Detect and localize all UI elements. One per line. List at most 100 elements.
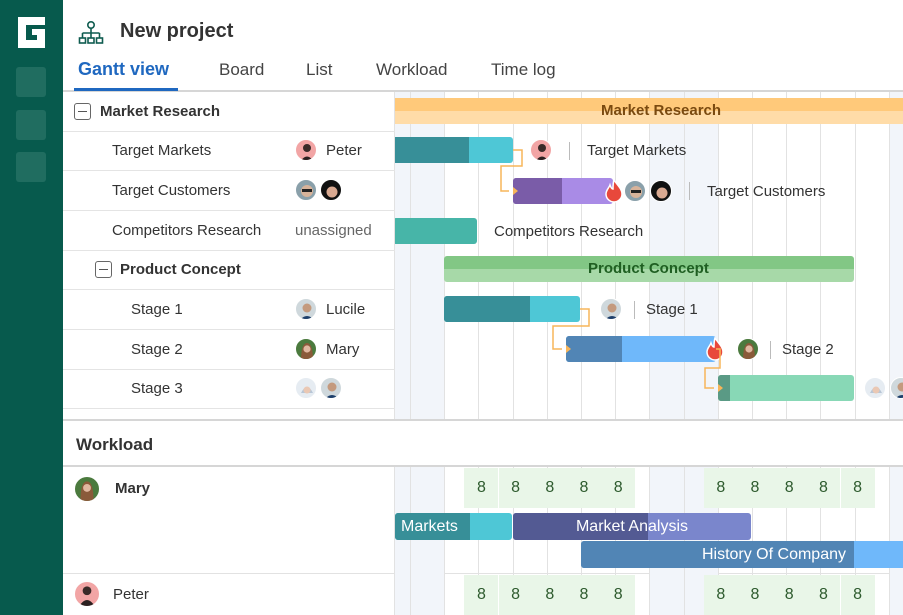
workload-title: Workload — [76, 435, 154, 454]
task-name: Target Customers — [112, 182, 231, 199]
progress-fill — [444, 296, 530, 322]
task-bar-stage-1[interactable] — [444, 296, 580, 322]
task-row-target-markets[interactable]: Target Markets Peter — [63, 131, 395, 171]
task-row-stage-1[interactable]: Stage 1 Lucile — [63, 290, 395, 330]
summary-bar-product-concept[interactable]: Product Concept — [444, 256, 854, 282]
avatar-mary — [74, 476, 100, 502]
task-bar-target-markets[interactable] — [395, 137, 513, 163]
task-row-market-research[interactable]: Market Research — [63, 92, 395, 132]
workload-bar-markets[interactable]: Markets — [395, 513, 512, 540]
workload-bar-label: Market Analysis — [575, 518, 689, 535]
task-row-stage-3[interactable]: Stage 3 — [63, 369, 395, 409]
task-bar-competitors-research[interactable] — [395, 218, 477, 244]
avatar-peter — [295, 139, 317, 161]
workload-hours-cell: 8 — [601, 575, 636, 615]
task-bar-stage-3[interactable] — [718, 375, 854, 401]
workload-timeline: 8888888888 8888888888 Markets Market Ana… — [395, 467, 903, 615]
task-bar-target-customers[interactable] — [513, 178, 613, 204]
summary-bar-market-research[interactable]: Market Research — [395, 98, 903, 124]
task-name: Stage 1 — [131, 301, 183, 318]
assignee-name: Mary — [326, 341, 360, 358]
workload-hours-cell: 8 — [772, 575, 807, 615]
task-row-stage-2[interactable]: Stage 2 Mary — [63, 330, 395, 370]
workload-bar-label: History Of Company — [701, 546, 846, 563]
progress-fill — [566, 336, 622, 362]
task-bar-stage-2[interactable] — [566, 336, 716, 362]
weekend-column — [888, 92, 903, 419]
workload-hours-cell: 8 — [498, 575, 533, 615]
workload-hours-cell: 8 — [703, 468, 738, 508]
person-name-peter: Peter — [113, 586, 149, 603]
grid-line — [444, 467, 446, 615]
progress-fill — [395, 137, 469, 163]
avatar-woman-light — [864, 377, 886, 399]
avatar-mary — [737, 338, 759, 360]
task-row-competitors-research[interactable]: Competitors Research unassigned — [63, 211, 395, 251]
sidebar-nav-item-2[interactable] — [16, 110, 46, 140]
workload-bar-label: Markets — [401, 518, 458, 535]
assignee-name: Lucile — [326, 301, 366, 318]
workload-bar-market-analysis[interactable]: Market Analysis — [513, 513, 751, 540]
tab-gantt-view[interactable]: Gantt view — [78, 59, 169, 80]
workload-hours-cell: 8 — [772, 468, 807, 508]
tab-board[interactable]: Board — [219, 60, 264, 80]
workload-hours-cell: 8 — [806, 575, 841, 615]
avatar-woman-light — [295, 377, 317, 399]
grid-line — [410, 467, 411, 615]
grid-line — [854, 92, 856, 419]
tab-workload[interactable]: Workload — [376, 60, 448, 80]
workload-hours-cell: 8 — [601, 468, 636, 508]
label-separator — [770, 341, 771, 359]
project-header: New project Gantt view Board List Worklo… — [63, 0, 903, 92]
task-name: Stage 2 — [131, 341, 183, 358]
task-name: Target Markets — [112, 142, 212, 159]
project-title: New project — [120, 20, 234, 42]
workload-bar-history-of-company[interactable]: History Of Company — [581, 541, 903, 568]
task-name: Stage 3 — [131, 380, 183, 397]
app-sidebar — [0, 0, 63, 615]
workload-people: Mary Peter — [63, 467, 395, 615]
tab-list[interactable]: List — [306, 60, 332, 80]
assignee-name: Peter — [326, 142, 362, 159]
workload-hours-cell: 8 — [703, 575, 738, 615]
workload-hours-cell: 8 — [738, 575, 772, 615]
bar-label: Target Markets — [587, 142, 687, 159]
bar-label: Target Customers — [707, 183, 826, 200]
workload-hours-cell: 8 — [840, 575, 875, 615]
workload-hours-cell: 8 — [532, 575, 567, 615]
workload-hours-cell: 8 — [464, 468, 499, 508]
bar-label: Stage 2 — [782, 341, 834, 358]
person-name-mary: Mary — [115, 480, 151, 497]
section-divider — [63, 419, 903, 421]
collapse-toggle-icon[interactable] — [95, 261, 112, 278]
workload-hours-cell: 8 — [498, 468, 533, 508]
summary-label: Market Research — [601, 102, 722, 119]
app-logo-icon[interactable] — [16, 15, 47, 50]
grid-line — [888, 92, 890, 419]
collapse-toggle-icon[interactable] — [74, 103, 91, 120]
avatar-man-sunglasses — [295, 179, 317, 201]
overdue-flame-icon — [706, 337, 724, 361]
task-row-target-customers[interactable]: Target Customers — [63, 171, 395, 211]
assignee-unassigned: unassigned — [295, 222, 372, 239]
bar-label: Stage 1 — [646, 301, 698, 318]
task-row-product-concept[interactable]: Product Concept — [63, 250, 395, 290]
label-separator — [634, 301, 635, 319]
sidebar-nav-item-3[interactable] — [16, 152, 46, 182]
weekend-column — [410, 467, 445, 615]
avatar-lucile — [295, 298, 317, 320]
task-name: Product Concept — [120, 261, 241, 278]
tab-time-log[interactable]: Time log — [491, 60, 556, 80]
task-name: Competitors Research — [112, 222, 262, 239]
workload-hours-cell: 8 — [806, 468, 841, 508]
avatar-man-dark — [320, 179, 342, 201]
progress-fill — [513, 178, 562, 204]
workload-hours-cell: 8 — [567, 575, 601, 615]
workload-hours-cell: 8 — [464, 575, 499, 615]
avatar-mary — [295, 338, 317, 360]
sidebar-nav-item-1[interactable] — [16, 67, 46, 97]
label-separator — [569, 142, 570, 160]
avatar-lucile — [600, 298, 622, 320]
workload-hours-cell: 8 — [567, 468, 601, 508]
label-separator — [689, 182, 690, 200]
